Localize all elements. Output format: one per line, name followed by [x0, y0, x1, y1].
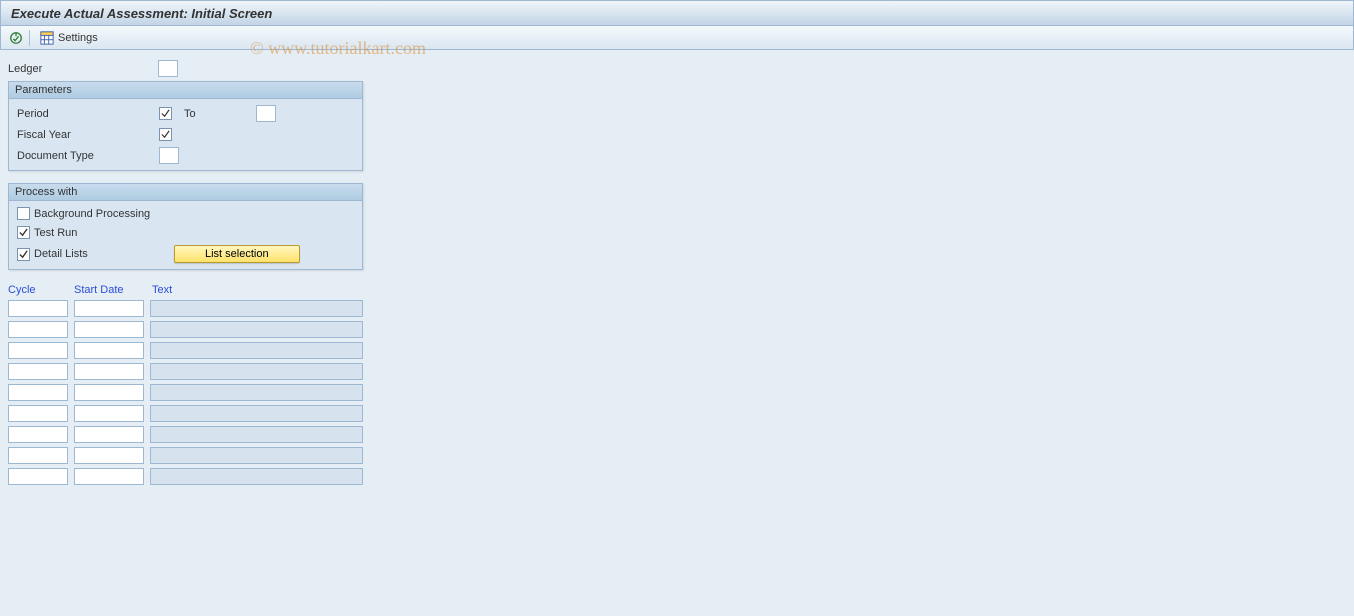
table-row [8, 300, 1346, 317]
to-label: To [184, 108, 196, 120]
fiscal-year-row: Fiscal Year [17, 128, 354, 141]
ledger-input[interactable] [158, 60, 178, 77]
testrun-label: Test Run [34, 227, 354, 239]
detail-checkbox[interactable] [17, 248, 30, 261]
ledger-row: Ledger [8, 60, 1346, 77]
page-title: Execute Actual Assessment: Initial Scree… [11, 6, 272, 21]
doc-type-input[interactable] [159, 147, 179, 164]
fiscal-year-required-icon[interactable] [159, 128, 172, 141]
cycle-input[interactable] [8, 363, 68, 380]
cycle-input[interactable] [8, 405, 68, 422]
background-checkbox[interactable] [17, 207, 30, 220]
text-input [150, 342, 363, 359]
start-date-input[interactable] [74, 426, 144, 443]
testrun-row: Test Run [17, 226, 354, 239]
period-required-icon[interactable] [159, 107, 172, 120]
table-row [8, 405, 1346, 422]
header-cycle: Cycle [8, 284, 74, 296]
text-input [150, 405, 363, 422]
watermark: © www.tutorialkart.com [250, 38, 426, 59]
start-date-input[interactable] [74, 447, 144, 464]
table-row [8, 384, 1346, 401]
execute-icon[interactable] [9, 31, 23, 45]
cycle-input[interactable] [8, 447, 68, 464]
cycle-table: Cycle Start Date Text [8, 284, 1346, 485]
list-selection-button[interactable]: List selection [174, 245, 300, 263]
start-date-input[interactable] [74, 321, 144, 338]
doc-type-row: Document Type [17, 147, 354, 164]
process-title: Process with [9, 184, 362, 201]
cycle-input[interactable] [8, 321, 68, 338]
start-date-input[interactable] [74, 342, 144, 359]
toolbar-divider [29, 30, 30, 46]
table-header-row: Cycle Start Date Text [8, 284, 1346, 296]
table-row [8, 363, 1346, 380]
doc-type-label: Document Type [17, 150, 159, 162]
content-area: Ledger Parameters Period To Fiscal Year … [0, 50, 1354, 499]
text-input [150, 300, 363, 317]
table-row [8, 447, 1346, 464]
table-row [8, 321, 1346, 338]
background-row: Background Processing [17, 207, 354, 220]
table-row [8, 426, 1346, 443]
start-date-input[interactable] [74, 300, 144, 317]
process-group: Process with Background Processing Test … [8, 183, 363, 270]
period-row: Period To [17, 105, 354, 122]
testrun-checkbox[interactable] [17, 226, 30, 239]
cycle-input[interactable] [8, 426, 68, 443]
detail-row: Detail Lists List selection [17, 245, 354, 263]
table-row [8, 468, 1346, 485]
cycle-input[interactable] [8, 384, 68, 401]
ledger-label: Ledger [8, 63, 158, 75]
parameters-group: Parameters Period To Fiscal Year Documen… [8, 81, 363, 171]
detail-label: Detail Lists [34, 248, 174, 260]
period-label: Period [17, 108, 159, 120]
cycle-input[interactable] [8, 342, 68, 359]
start-date-input[interactable] [74, 468, 144, 485]
settings-label: Settings [58, 32, 98, 44]
table-row [8, 342, 1346, 359]
fiscal-year-label: Fiscal Year [17, 129, 159, 141]
start-date-input[interactable] [74, 363, 144, 380]
toolbar: Settings [0, 26, 1354, 50]
text-input [150, 447, 363, 464]
period-to-input[interactable] [256, 105, 276, 122]
cycle-input[interactable] [8, 468, 68, 485]
header-start: Start Date [74, 284, 152, 296]
start-date-input[interactable] [74, 384, 144, 401]
parameters-title: Parameters [9, 82, 362, 99]
settings-icon [40, 31, 54, 45]
cycle-input[interactable] [8, 300, 68, 317]
settings-button[interactable]: Settings [36, 29, 102, 47]
text-input [150, 426, 363, 443]
header-text: Text [152, 284, 212, 296]
text-input [150, 363, 363, 380]
start-date-input[interactable] [74, 405, 144, 422]
text-input [150, 468, 363, 485]
text-input [150, 384, 363, 401]
text-input [150, 321, 363, 338]
background-label: Background Processing [34, 208, 354, 220]
title-bar: Execute Actual Assessment: Initial Scree… [0, 0, 1354, 26]
